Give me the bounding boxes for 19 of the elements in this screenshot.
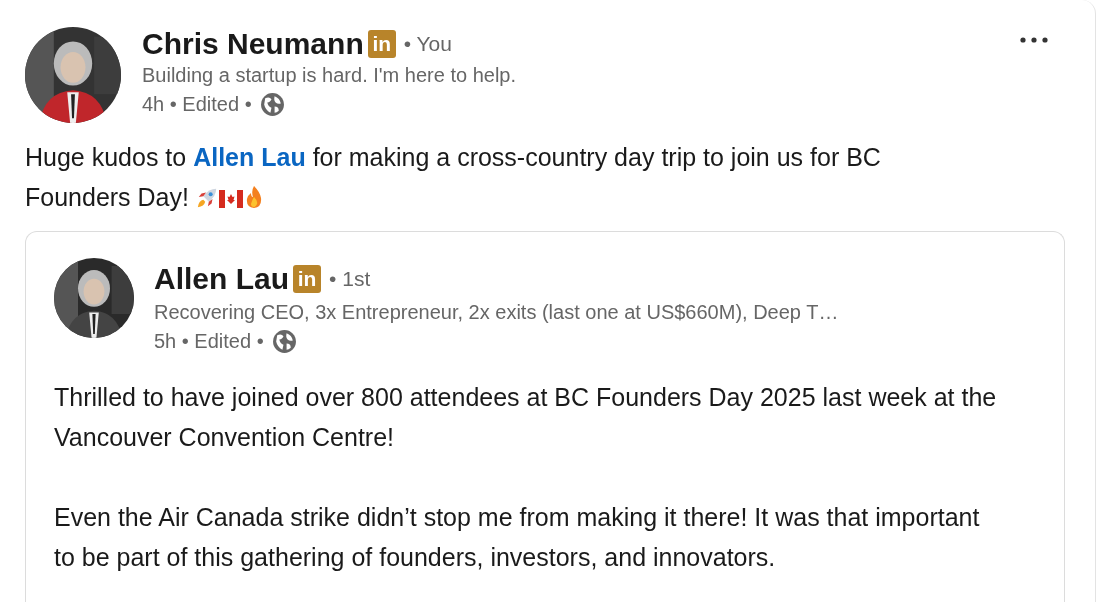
post-paragraph: Thrilled to have joined over 800 attendees at BC Founders Day 2025 last week at the Vancouver Convention Centre! xyxy=(54,382,998,453)
author-headline: Building a startup is hard. I'm here to help. xyxy=(142,63,517,88)
more-icon xyxy=(1019,36,1049,44)
mention-link[interactable]: Allen Lau xyxy=(193,143,306,171)
connection-degree: • You xyxy=(403,30,452,57)
linkedin-badge: in xyxy=(367,29,396,58)
globe-icon xyxy=(271,328,297,354)
post-text: Huge kudos to Allen Lau for making a cross-country day trip to join us for BC Founders Day! xyxy=(25,142,882,213)
author-name[interactable]: Allen Lau xyxy=(154,262,289,295)
linkedin-badge: in xyxy=(293,264,321,293)
rocket-icon xyxy=(195,187,218,209)
canada-flag-icon xyxy=(218,190,243,208)
author-name[interactable]: Chris Neumann xyxy=(142,27,364,60)
connection-degree: • 1st xyxy=(329,265,371,292)
globe-icon xyxy=(259,91,285,117)
post-meta: 5h • Edited • xyxy=(154,329,264,354)
post-meta: 4h • Edited • xyxy=(142,92,252,117)
author-headline: Recovering CEO, 3x Entrepreneur, 2x exits (last one at US$660M), Deep T… xyxy=(154,300,839,325)
post-paragraph: Even the Air Canada strike didn’t stop me from making it there! It was that important to be part of this gathering of founders, investors, and innovators. xyxy=(54,502,981,573)
